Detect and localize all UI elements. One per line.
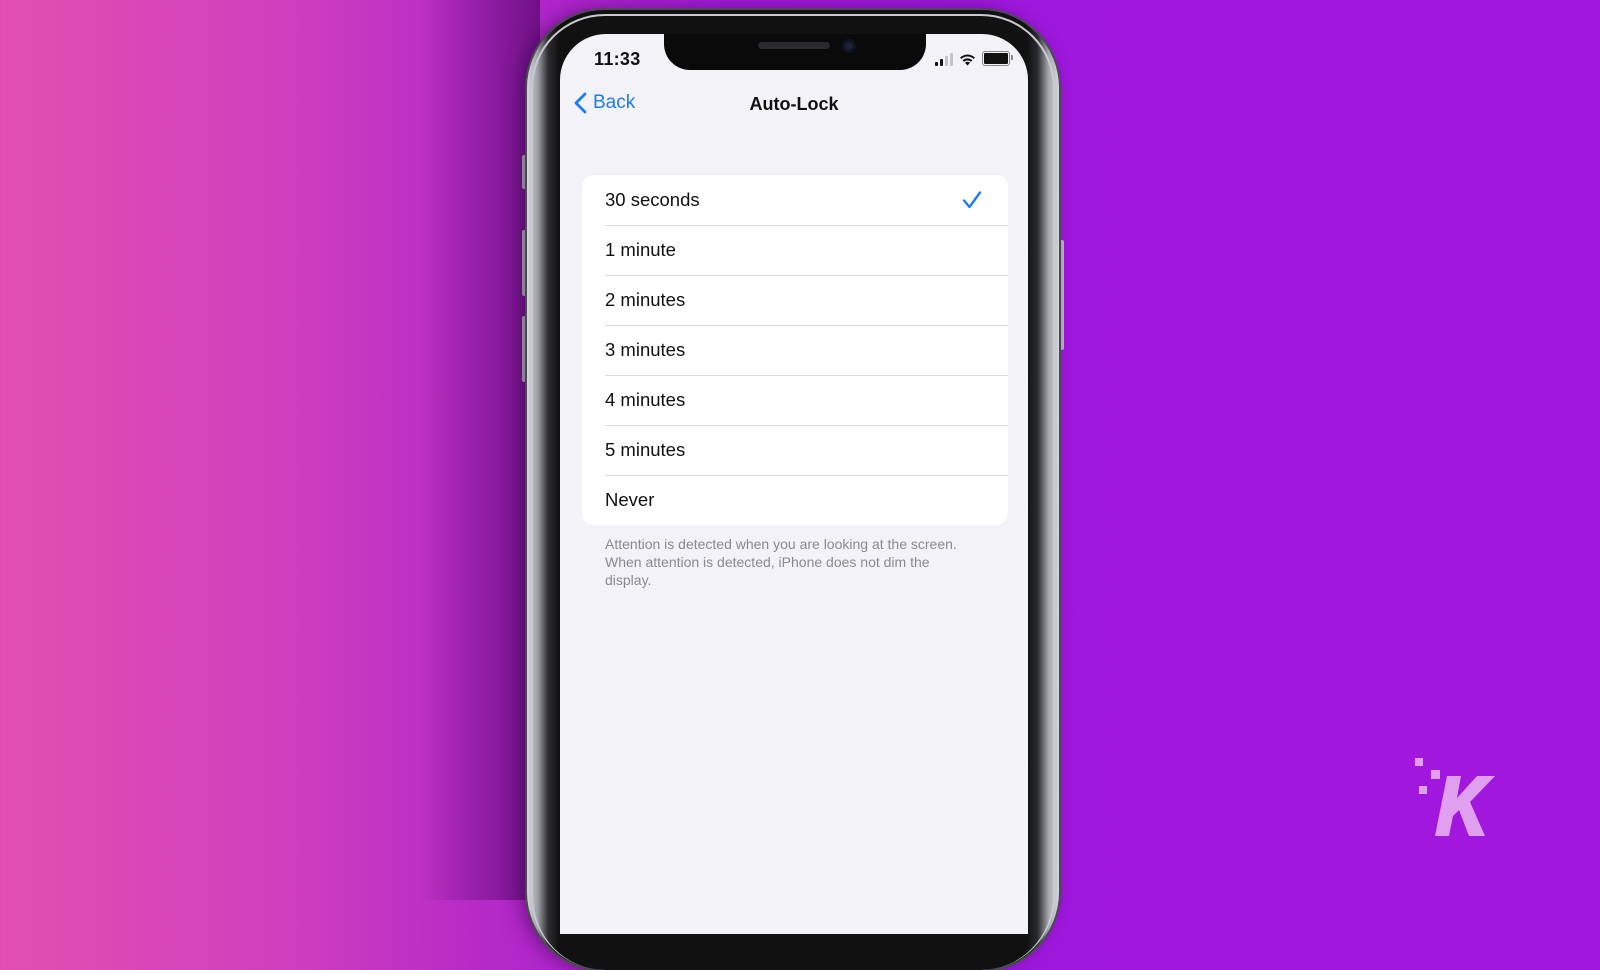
option-1-minute[interactable]: 1 minute	[582, 225, 1008, 275]
checkmark-icon	[962, 191, 982, 209]
footer-note: Attention is detected when you are looki…	[605, 536, 957, 588]
cellular-signal-icon	[935, 53, 953, 66]
battery-icon	[982, 51, 1013, 66]
option-label: 5 minutes	[605, 439, 686, 460]
option-label: 1 minute	[605, 239, 676, 260]
option-30-seconds[interactable]: 30 seconds	[582, 175, 1008, 225]
option-3-minutes[interactable]: 3 minutes	[582, 325, 1008, 375]
option-2-minutes[interactable]: 2 minutes	[582, 275, 1008, 325]
speaker-grille	[758, 42, 830, 49]
page-title: Auto-Lock	[749, 94, 839, 114]
power-button	[1059, 240, 1064, 350]
option-label: 4 minutes	[605, 389, 686, 410]
status-time: 11:33	[594, 49, 641, 69]
background-shadow	[420, 0, 540, 900]
option-label: Never	[605, 489, 655, 510]
option-5-minutes[interactable]: 5 minutes	[582, 425, 1008, 475]
option-label: 2 minutes	[605, 289, 686, 310]
auto-lock-options-list: 30 seconds 1 minute 2 minutes 3 minutes …	[582, 175, 1008, 525]
option-label: 30 seconds	[605, 189, 700, 210]
option-4-minutes[interactable]: 4 minutes	[582, 375, 1008, 425]
knowtechie-logo-icon	[1415, 758, 1495, 836]
notch	[664, 34, 926, 70]
option-never[interactable]: Never	[582, 475, 1008, 525]
navigation-bar: Back Auto-Lock	[560, 92, 1028, 122]
status-icons	[935, 51, 1013, 66]
wifi-icon	[960, 54, 975, 66]
option-label: 3 minutes	[605, 339, 686, 360]
front-camera	[842, 39, 856, 53]
phone-screen: 11:33 Back Auto-Lock 30 seconds 1 minute…	[560, 34, 1028, 934]
